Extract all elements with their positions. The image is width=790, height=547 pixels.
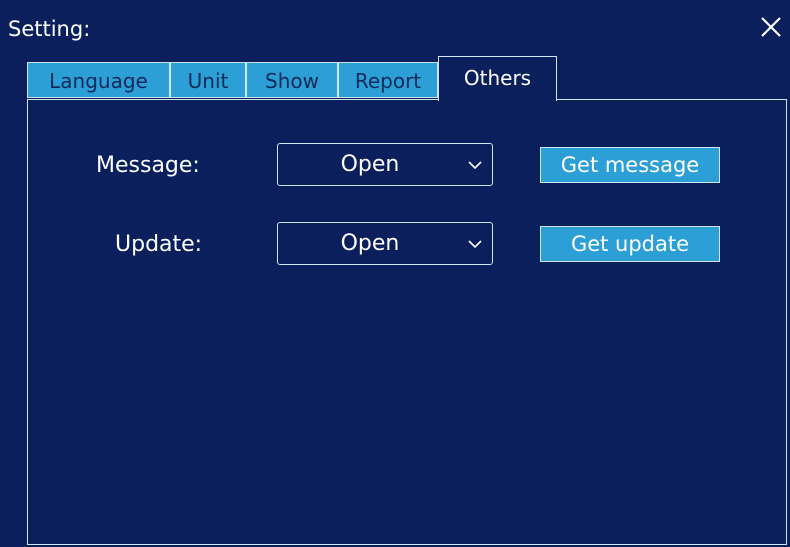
tab-language[interactable]: Language xyxy=(27,62,170,98)
window-title: Setting: xyxy=(8,17,91,41)
message-label: Message: xyxy=(96,153,200,178)
close-button[interactable] xyxy=(756,12,786,42)
chevron-down-icon xyxy=(468,240,482,249)
update-label: Update: xyxy=(115,232,203,257)
tab-unit[interactable]: Unit xyxy=(170,62,246,98)
get-update-button[interactable]: Get update xyxy=(540,226,720,262)
tab-report[interactable]: Report xyxy=(338,62,438,98)
tab-show[interactable]: Show xyxy=(246,62,338,98)
close-icon xyxy=(761,17,781,37)
settings-window: Setting: Language Unit Show Report Other… xyxy=(0,0,790,547)
message-select[interactable]: Open xyxy=(277,143,493,186)
tab-others[interactable]: Others xyxy=(438,56,557,101)
get-message-button[interactable]: Get message xyxy=(540,147,720,183)
update-select[interactable]: Open xyxy=(277,222,493,265)
update-select-value: Open xyxy=(340,231,400,256)
message-select-value: Open xyxy=(340,152,400,177)
chevron-down-icon xyxy=(468,161,482,170)
